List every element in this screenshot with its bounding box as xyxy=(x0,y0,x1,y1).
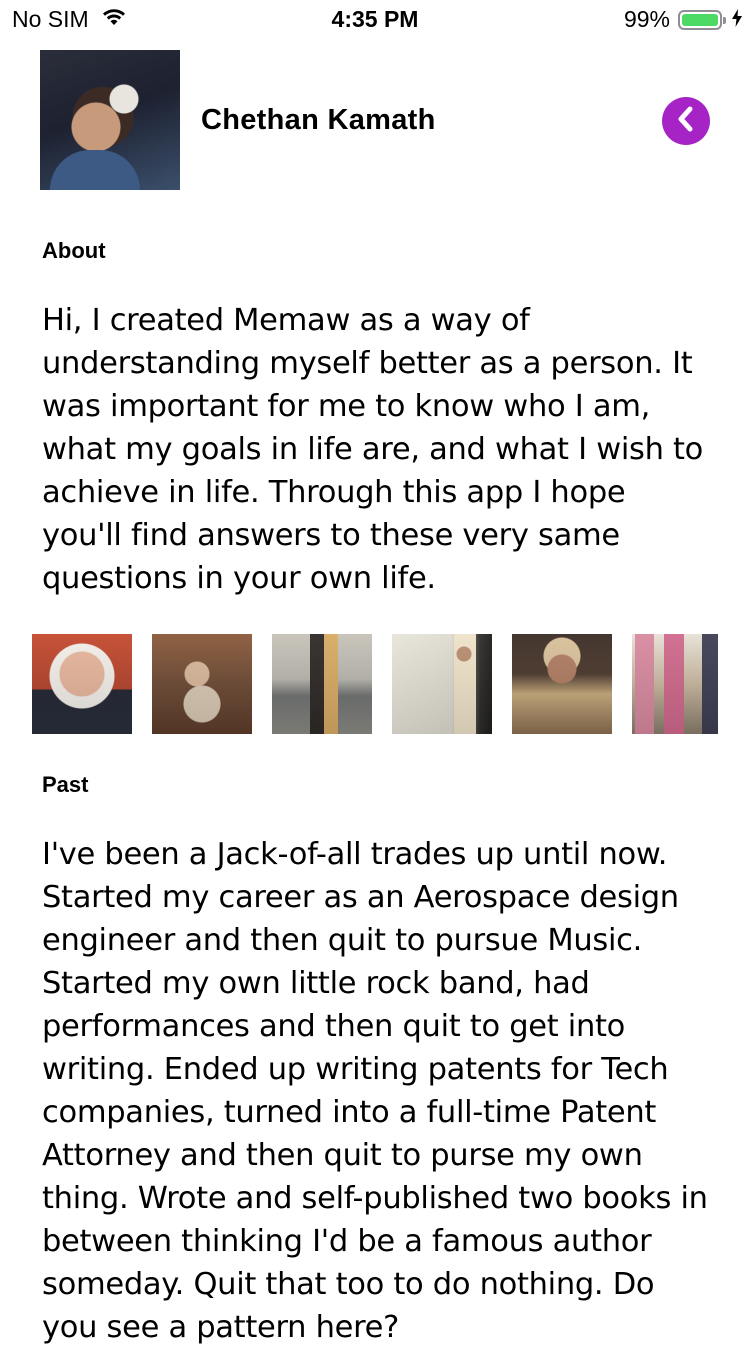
battery-fill xyxy=(682,13,718,26)
avatar-shirt xyxy=(50,150,140,190)
battery-icon xyxy=(678,9,726,30)
photo-boy-costume[interactable] xyxy=(512,634,612,734)
photo-children-on-swing[interactable] xyxy=(152,634,252,734)
battery-cap xyxy=(723,16,726,24)
past-text: I've been a Jack-of-all trades up until … xyxy=(42,837,708,1345)
charging-bolt-icon xyxy=(732,6,742,33)
photo-boy-standing[interactable] xyxy=(392,634,492,734)
status-bar: No SIM 4:35 PM 99% xyxy=(0,0,750,40)
photo-group-kids[interactable] xyxy=(632,634,718,734)
battery-percent: 99% xyxy=(623,6,670,32)
photo-baby[interactable] xyxy=(32,634,132,734)
chevron-left-icon xyxy=(675,106,697,137)
about-text: Hi, I created Memaw as a way of understa… xyxy=(42,303,704,596)
back-button[interactable] xyxy=(662,97,710,145)
past-heading: Past xyxy=(42,772,89,797)
about-heading: About xyxy=(42,238,106,263)
status-right: 99% xyxy=(624,6,742,33)
photo-strip[interactable] xyxy=(32,634,718,734)
avatar xyxy=(40,50,180,190)
profile-name: Chethan Kamath xyxy=(201,104,436,136)
photo-beach-couple[interactable] xyxy=(272,634,372,734)
